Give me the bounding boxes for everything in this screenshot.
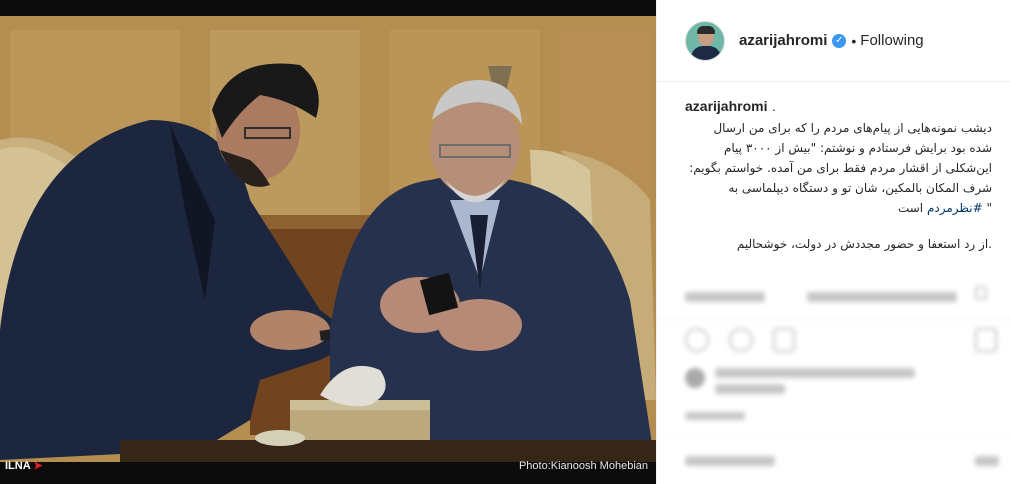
- caption-hashtag-line: " #نظرمردم است: [685, 198, 992, 218]
- blurred-comment-text: [807, 292, 957, 302]
- blurred-save-icon: [975, 328, 997, 352]
- caption-line: این‌شکلی از اقشار مردم فقط برای من آمده.…: [689, 161, 992, 175]
- caption-line: .از رد استعفا و حضور مجددش در دولت، خوشح…: [736, 237, 992, 251]
- username-link[interactable]: azarijahromi: [739, 32, 827, 49]
- agency-name: ILNA: [5, 460, 31, 472]
- blurred-post-button: [975, 456, 999, 466]
- caption-suffix: است: [897, 201, 927, 215]
- agency-logo: ILNA ➤: [5, 459, 43, 472]
- avatar-suit: [691, 45, 721, 60]
- agency-arrow-icon: ➤: [33, 460, 43, 472]
- blurred-divider: [657, 436, 1010, 437]
- blurred-timestamp: [685, 412, 745, 420]
- caption-text: دیشب نمونه‌هایی از پیام‌های مردم را که ب…: [685, 118, 992, 254]
- blurred-add-comment: [685, 456, 775, 466]
- blurred-like-count: [715, 384, 785, 394]
- blurred-liked-by: [715, 368, 915, 378]
- blurred-comment-icon: [729, 328, 753, 352]
- photo-illustration: [0, 0, 656, 484]
- post-header: azarijahromi ✓ • Following: [657, 0, 1010, 82]
- post-photo[interactable]: ILNA ➤ Photo:Kianoosh Mohebian: [0, 0, 656, 484]
- blurred-comments-area: [657, 280, 1010, 484]
- caption-gap: [685, 218, 992, 234]
- separator-dot: •: [851, 32, 857, 49]
- hashtag-link[interactable]: #نظرمردم: [927, 201, 983, 215]
- avatar[interactable]: [685, 20, 725, 61]
- caption-line: دیشب نمونه‌هایی از پیام‌های مردم را که ب…: [713, 121, 992, 135]
- blurred-divider: [657, 318, 1010, 319]
- blurred-like-icon: [975, 286, 987, 300]
- caption-dot: .: [771, 98, 776, 114]
- following-button[interactable]: Following: [860, 32, 923, 49]
- blurred-comment-user: [685, 292, 765, 302]
- avatar-hair: [697, 25, 715, 34]
- caption-line: شده بود برایش فرستادم و نوشتم: "بیش از ۳…: [723, 141, 992, 155]
- blurred-share-icon: [773, 328, 795, 352]
- blurred-heart-icon: [685, 328, 709, 352]
- caption-username-link[interactable]: azarijahromi: [685, 98, 767, 114]
- caption-line: شرف المکان بالمکین، شان تو و دستگاه دیپل…: [728, 181, 992, 195]
- verified-badge-icon: ✓: [832, 33, 847, 48]
- caption-quote: ": [982, 201, 992, 215]
- post-sidebar: azarijahromi ✓ • Following azarijahromi …: [656, 0, 1010, 484]
- post-caption: azarijahromi . دیشب نمونه‌هایی از پیام‌ه…: [657, 82, 1010, 254]
- blurred-liker-avatar: [685, 368, 705, 388]
- photo-credit: Photo:Kianoosh Mohebian: [518, 460, 648, 472]
